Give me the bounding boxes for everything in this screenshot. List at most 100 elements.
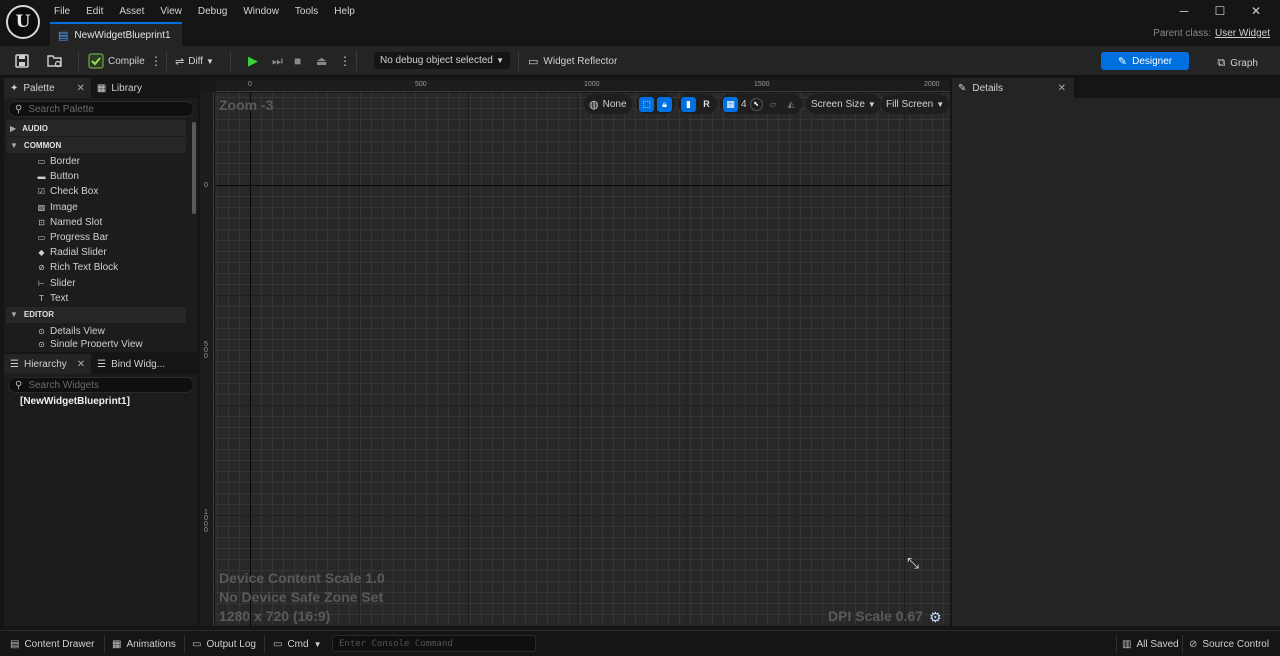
search-icon: ⚲ (15, 103, 23, 115)
debug-object-select[interactable]: No debug object selected ▼ (374, 52, 510, 69)
canvas-grid[interactable] (215, 93, 950, 626)
palette-item-button[interactable]: ▬ Button (4, 169, 198, 184)
menu-window[interactable]: Window (235, 6, 287, 17)
cmd-label: Cmd (287, 638, 309, 650)
grid-snap-value[interactable]: 4 (741, 99, 747, 110)
screen-size-select[interactable]: Screen Size ▼ (806, 94, 881, 114)
parent-class-link[interactable]: User Widget (1215, 28, 1270, 39)
menu-asset[interactable]: Asset (111, 6, 152, 17)
category-editor[interactable]: ▼ EDITOR (6, 306, 186, 323)
gear-icon[interactable]: ⚙ (929, 609, 942, 626)
grid-snap-group: ▦ 4 ⬉ ▱ ◭ (720, 94, 802, 114)
maximize-button[interactable]: ☐ (1202, 4, 1238, 18)
palette-item-progress-bar[interactable]: ▭ Progress Bar (4, 230, 198, 245)
menu-tools[interactable]: Tools (287, 6, 326, 17)
animations-button[interactable]: ▦ Animations (112, 636, 176, 652)
layout-mode-icon[interactable]: ▮ (681, 96, 696, 112)
tab-palette[interactable]: ✦ Palette ✕ (4, 78, 91, 98)
palette-item-details-view[interactable]: ⊙ Details View (4, 324, 198, 339)
palette-item-slider[interactable]: ⊢ Slider (4, 276, 198, 291)
save-button[interactable] (14, 50, 30, 72)
all-saved-button[interactable]: ▥ All Saved (1122, 636, 1179, 652)
compile-button[interactable]: Compile (88, 50, 145, 72)
compile-options-button[interactable]: ⋮ (150, 50, 162, 72)
main-toolbar: Compile ⋮ ⇌ Diff ▼ ▶ ⏭ ■ ⏏ ⋮ No debug ob… (0, 46, 1280, 76)
cursor-icon[interactable]: ⬉ (749, 97, 763, 111)
menu-file[interactable]: File (46, 6, 78, 17)
palette-item-label: Single Property View (50, 339, 143, 348)
palette-item-label: Radial Slider (50, 247, 107, 259)
compile-label: Compile (108, 55, 145, 67)
menu-edit[interactable]: Edit (78, 6, 111, 17)
close-tab-icon[interactable]: ✕ (77, 83, 85, 94)
animations-icon: ▦ (112, 638, 122, 650)
lock-icon[interactable]: 🔒︎ (657, 96, 672, 112)
graph-mode-button[interactable]: ⧉ Graph (1217, 52, 1258, 74)
content-drawer-label: Content Drawer (24, 638, 95, 650)
close-tab-icon[interactable]: ✕ (77, 359, 85, 370)
menu-view[interactable]: View (152, 6, 190, 17)
tab-details[interactable]: ✎ Details ✕ (952, 78, 1074, 98)
hierarchy-icon: ☰ (10, 358, 19, 370)
palette-search-input[interactable]: ⚲ Search Palette (8, 101, 194, 117)
palette-item-named-slot[interactable]: ⊡ Named Slot (4, 215, 198, 230)
designer-icon: ✎ (1117, 55, 1128, 68)
palette-item-checkbox[interactable]: ☑ Check Box (4, 184, 198, 199)
tab-hierarchy[interactable]: ☰ Hierarchy ✕ (4, 354, 92, 374)
fill-screen-select[interactable]: Fill Screen ▼ (881, 94, 950, 114)
palette-item-image[interactable]: ▨ Image (4, 200, 198, 215)
play-button[interactable]: ▶ (248, 50, 258, 72)
source-control-button[interactable]: ⊘ Source Control (1189, 636, 1269, 652)
close-tab-icon[interactable]: ✕ (1058, 83, 1066, 94)
palette-item-single-property-view[interactable]: ⊙ Single Property View (4, 339, 198, 347)
play-icon: ▶ (248, 53, 258, 68)
menu-help[interactable]: Help (326, 6, 363, 17)
localization-preview-button[interactable]: ◍ None (584, 94, 632, 114)
tab-library[interactable]: ▦ Library (91, 78, 148, 98)
palette-item-rich-text[interactable]: ⊘ Rich Text Block (4, 260, 198, 275)
eject-button[interactable]: ⏏ (316, 50, 327, 72)
console-command-input[interactable]: Enter Console Command (332, 635, 536, 652)
resolution-label: 1280 x 720 (16:9) (219, 608, 331, 624)
play-options-button[interactable]: ⋮ (339, 50, 351, 72)
content-drawer-button[interactable]: ▤ Content Drawer (10, 636, 94, 652)
more-vertical-icon: ⋮ (339, 54, 351, 68)
tab-palette-label: Palette (23, 82, 55, 94)
dashed-outline-toggle[interactable]: ⬚ (639, 96, 654, 112)
resize-arrows-icon[interactable]: ⤡ (907, 555, 919, 572)
stop-button[interactable]: ■ (294, 50, 301, 72)
category-common[interactable]: ▼ COMMON (6, 137, 186, 153)
tab-library-label: Library (111, 82, 142, 94)
chevron-down-icon: ▼ (496, 56, 504, 65)
palette-scrollbar[interactable] (192, 122, 196, 214)
rich-text-icon: ⊘ (38, 263, 45, 273)
step-button[interactable]: ⏭ (272, 50, 283, 72)
widget-search-input[interactable]: ⚲ Search Widgets (8, 377, 194, 393)
hierarchy-root-item[interactable]: [NewWidgetBlueprint1] (4, 396, 198, 407)
output-log-button[interactable]: ▭ Output Log (192, 636, 256, 652)
widget-reflector-button[interactable]: ▭ Widget Reflector (528, 50, 617, 72)
menu-debug[interactable]: Debug (190, 6, 235, 17)
palette-item-border[interactable]: ▭ Border (4, 154, 198, 169)
close-button[interactable]: ✕ (1238, 4, 1274, 18)
diff-button[interactable]: ⇌ Diff ▼ (175, 50, 214, 72)
details-view-icon: ⊙ (38, 326, 45, 336)
safe-zone-status: No Device Safe Zone Set (219, 589, 384, 605)
browse-button[interactable] (46, 50, 64, 72)
designer-mode-button[interactable]: ✎ Designer (1101, 52, 1189, 70)
ruler-left-label: 500 (204, 341, 208, 360)
minimize-button[interactable]: ─ (1166, 4, 1202, 18)
cmd-select[interactable]: ▭ Cmd ▼ (273, 636, 322, 652)
category-audio[interactable]: ▶ AUDIO (6, 120, 186, 136)
document-tab[interactable]: ▤ NewWidgetBlueprint1 (50, 22, 182, 46)
unreal-logo-icon[interactable]: U (6, 5, 40, 39)
tab-bind-widgets[interactable]: ☰ Bind Widg... (91, 354, 171, 374)
respect-locks-button[interactable]: R (699, 97, 714, 112)
palette-item-text[interactable]: T Text (4, 291, 198, 306)
triangle-icon[interactable]: ◭ (784, 97, 799, 112)
tab-bind-widgets-label: Bind Widg... (111, 358, 166, 370)
background-image-icon[interactable]: ▱ (766, 97, 781, 112)
slider-icon: ⊢ (38, 278, 45, 288)
grid-snap-icon[interactable]: ▦ (723, 96, 738, 112)
palette-item-radial-slider[interactable]: ◆ Radial Slider (4, 245, 198, 260)
